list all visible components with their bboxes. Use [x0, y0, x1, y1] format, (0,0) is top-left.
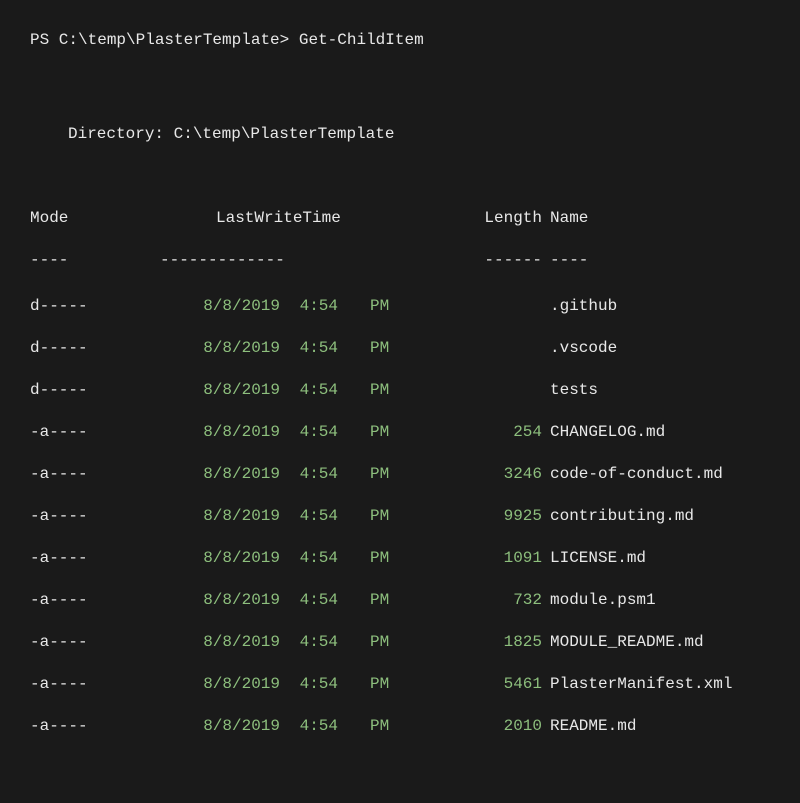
cell-ampm: PM [370, 378, 400, 402]
cell-mode: -a---- [30, 420, 160, 444]
cell-time: 4:54 [290, 462, 370, 486]
table-row: d-----8/8/2019 4:54 PM .github [30, 294, 770, 318]
cell-name: code-of-conduct.md [550, 462, 723, 486]
prompt-line: PS C:\temp\PlasterTemplate> Get-ChildIte… [30, 28, 770, 52]
cell-mode: -a---- [30, 630, 160, 654]
table-row: -a----8/8/2019 4:54 PM2010README.md [30, 714, 770, 738]
table-row: -a----8/8/2019 4:54 PM3246code-of-conduc… [30, 462, 770, 486]
cell-date: 8/8/2019 [160, 378, 290, 402]
cell-mode: -a---- [30, 462, 160, 486]
cell-time: 4:54 [290, 378, 370, 402]
cell-ampm: PM [370, 714, 400, 738]
cell-time: 4:54 [290, 420, 370, 444]
divider-spacer1 [290, 248, 370, 272]
cell-date: 8/8/2019 [160, 504, 290, 528]
cell-mode: -a---- [30, 504, 160, 528]
cell-date: 8/8/2019 [160, 714, 290, 738]
header-spacer1 [290, 206, 370, 230]
cell-length [400, 336, 550, 360]
cell-name: README.md [550, 714, 636, 738]
cell-date: 8/8/2019 [160, 420, 290, 444]
cell-date: 8/8/2019 [160, 336, 290, 360]
cell-ampm: PM [370, 546, 400, 570]
cell-name: MODULE_README.md [550, 630, 704, 654]
cell-date: 8/8/2019 [160, 672, 290, 696]
cell-name: PlasterManifest.xml [550, 672, 732, 696]
cell-date: 8/8/2019 [160, 630, 290, 654]
cell-time: 4:54 [290, 546, 370, 570]
table-row: -a----8/8/2019 4:54 PM254CHANGELOG.md [30, 420, 770, 444]
cell-date: 8/8/2019 [160, 462, 290, 486]
divider-lastwrite: ------------- [160, 248, 290, 272]
cell-time: 4:54 [290, 630, 370, 654]
cell-name: CHANGELOG.md [550, 420, 665, 444]
cell-length: 9925 [400, 504, 550, 528]
header-lastwrite: LastWriteTime [160, 206, 290, 230]
divider-spacer2 [370, 248, 400, 272]
cell-ampm: PM [370, 630, 400, 654]
divider-length: ------ [400, 248, 550, 272]
divider-name: ---- [550, 248, 588, 272]
cell-time: 4:54 [290, 504, 370, 528]
header-name: Name [550, 206, 588, 230]
cell-length: 1825 [400, 630, 550, 654]
cell-mode: d----- [30, 378, 160, 402]
cell-mode: -a---- [30, 672, 160, 696]
cell-mode: d----- [30, 294, 160, 318]
table-row: d-----8/8/2019 4:54 PM tests [30, 378, 770, 402]
cell-mode: -a---- [30, 714, 160, 738]
cell-mode: -a---- [30, 546, 160, 570]
cell-length: 2010 [400, 714, 550, 738]
cell-length: 5461 [400, 672, 550, 696]
prompt-prefix: PS C:\temp\PlasterTemplate> [30, 31, 289, 49]
cell-time: 4:54 [290, 336, 370, 360]
cell-ampm: PM [370, 420, 400, 444]
cell-ampm: PM [370, 336, 400, 360]
header-mode: Mode [30, 206, 160, 230]
table-row: -a----8/8/2019 4:54 PM1091LICENSE.md [30, 546, 770, 570]
table-header: Mode LastWriteTime Length Name [30, 206, 770, 230]
header-spacer2 [370, 206, 400, 230]
cell-time: 4:54 [290, 714, 370, 738]
cell-ampm: PM [370, 588, 400, 612]
cell-time: 4:54 [290, 588, 370, 612]
table-row: -a----8/8/2019 4:54 PM732module.psm1 [30, 588, 770, 612]
cell-ampm: PM [370, 672, 400, 696]
table-row: -a----8/8/2019 4:54 PM5461PlasterManifes… [30, 672, 770, 696]
cell-ampm: PM [370, 462, 400, 486]
cell-name: .github [550, 294, 617, 318]
directory-line: Directory: C:\temp\PlasterTemplate [68, 122, 770, 146]
cell-name: contributing.md [550, 504, 694, 528]
table-row: -a----8/8/2019 4:54 PM9925contributing.m… [30, 504, 770, 528]
table-divider: ---- ------------- ------ ---- [30, 248, 770, 272]
cell-name: LICENSE.md [550, 546, 646, 570]
directory-label: Directory: C:\temp\PlasterTemplate [68, 125, 394, 143]
cell-date: 8/8/2019 [160, 546, 290, 570]
table-row: -a----8/8/2019 4:54 PM1825MODULE_README.… [30, 630, 770, 654]
cell-name: .vscode [550, 336, 617, 360]
command: Get-ChildItem [299, 31, 424, 49]
cell-mode: d----- [30, 336, 160, 360]
cell-time: 4:54 [290, 672, 370, 696]
cell-length [400, 294, 550, 318]
table-row: d-----8/8/2019 4:54 PM .vscode [30, 336, 770, 360]
cell-length: 732 [400, 588, 550, 612]
cell-length [400, 378, 550, 402]
cell-mode: -a---- [30, 588, 160, 612]
divider-mode: ---- [30, 248, 160, 272]
header-length: Length [400, 206, 550, 230]
cell-date: 8/8/2019 [160, 294, 290, 318]
cell-date: 8/8/2019 [160, 588, 290, 612]
cell-name: tests [550, 378, 598, 402]
cell-time: 4:54 [290, 294, 370, 318]
cell-ampm: PM [370, 294, 400, 318]
cell-length: 1091 [400, 546, 550, 570]
cell-length: 254 [400, 420, 550, 444]
cell-length: 3246 [400, 462, 550, 486]
cell-name: module.psm1 [550, 588, 656, 612]
listing-table: Mode LastWriteTime Length Name ---- ----… [30, 206, 770, 738]
cell-ampm: PM [370, 504, 400, 528]
